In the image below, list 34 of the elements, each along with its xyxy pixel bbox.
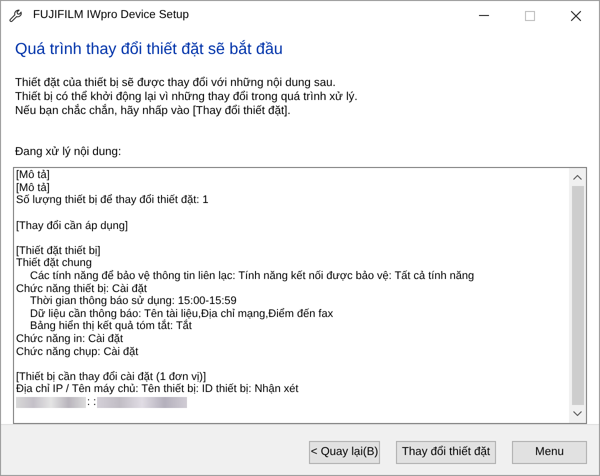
scrollbar[interactable] [569, 168, 586, 424]
apply-button[interactable]: Thay đổi thiết đặt [396, 440, 496, 464]
scroll-down-icon [573, 411, 582, 416]
minimize-icon [479, 15, 489, 16]
blurred-text [16, 396, 86, 408]
intro-text: Nếu bạn chắc chắn, hãy nhấp vào [Thay đổi thiết đặt]. [15, 104, 291, 118]
detail-line: Chức năng thiết bị: Cài đặt [16, 282, 147, 296]
detail-line: [Mô tả] [16, 182, 50, 194]
detail-line: Dữ liệu cần thông báo: Tên tài liệu,Địa chỉ mạng,Điểm đến fax [30, 308, 334, 320]
close-icon [571, 10, 581, 20]
detail-line: Địa chỉ IP / Tên máy chủ: Tên thiết bị: ID thiết bị: Nhận xét [16, 383, 298, 396]
detail-line: Thời gian thông báo sử dụng: 15:00-15:59 [30, 295, 237, 308]
detail-line: Chức năng in: Cài đặt [16, 332, 124, 346]
detail-line: Chức năng chụp: Cài đặt [16, 346, 138, 358]
details-label: Đang xử lý nội dung: [15, 145, 122, 160]
maximize-icon [525, 10, 535, 20]
intro-text: Thiết đặt của thiết bị sẽ được thay đổi với những nội dung sau. [15, 76, 336, 90]
scrollbar-thumb[interactable] [572, 186, 584, 406]
scroll-up-icon [573, 175, 582, 180]
back-button[interactable]: < Quay lại(B) [309, 440, 380, 464]
detail-line: [Thay đổi cần áp dụng] [16, 220, 128, 232]
wrench-icon [9, 8, 23, 22]
detail-line: [Mô tả] [16, 169, 50, 182]
menu-button[interactable]: Menu [512, 440, 587, 464]
detail-line: : : [86, 396, 98, 409]
detail-line: [Thiết bị cần thay đổi cài đặt (1 đơn vị)] [16, 370, 206, 384]
detail-line: Thiết đặt chung [16, 257, 92, 270]
page-heading: Quá trình thay đổi thiết đặt sẽ bắt đầu [15, 39, 283, 60]
detail-line: Các tính năng để bảo vệ thông tin liên lạc: Tính năng kết nối được bảo vệ: Tất cả tính năng [30, 270, 474, 283]
detail-line: Số lượng thiết bị để thay đổi thiết đặt: 1 [16, 194, 209, 208]
intro-text: Thiết bị có thể khởi động lại vì những thay đổi trong quá trình xử lý. [15, 90, 358, 104]
detail-line: [Thiết đặt thiết bị] [16, 244, 100, 258]
window-title: FUJIFILM IWpro Device Setup [33, 8, 189, 23]
detail-line: Bảng hiển thị kết quả tóm tắt: Tắt [30, 320, 192, 333]
